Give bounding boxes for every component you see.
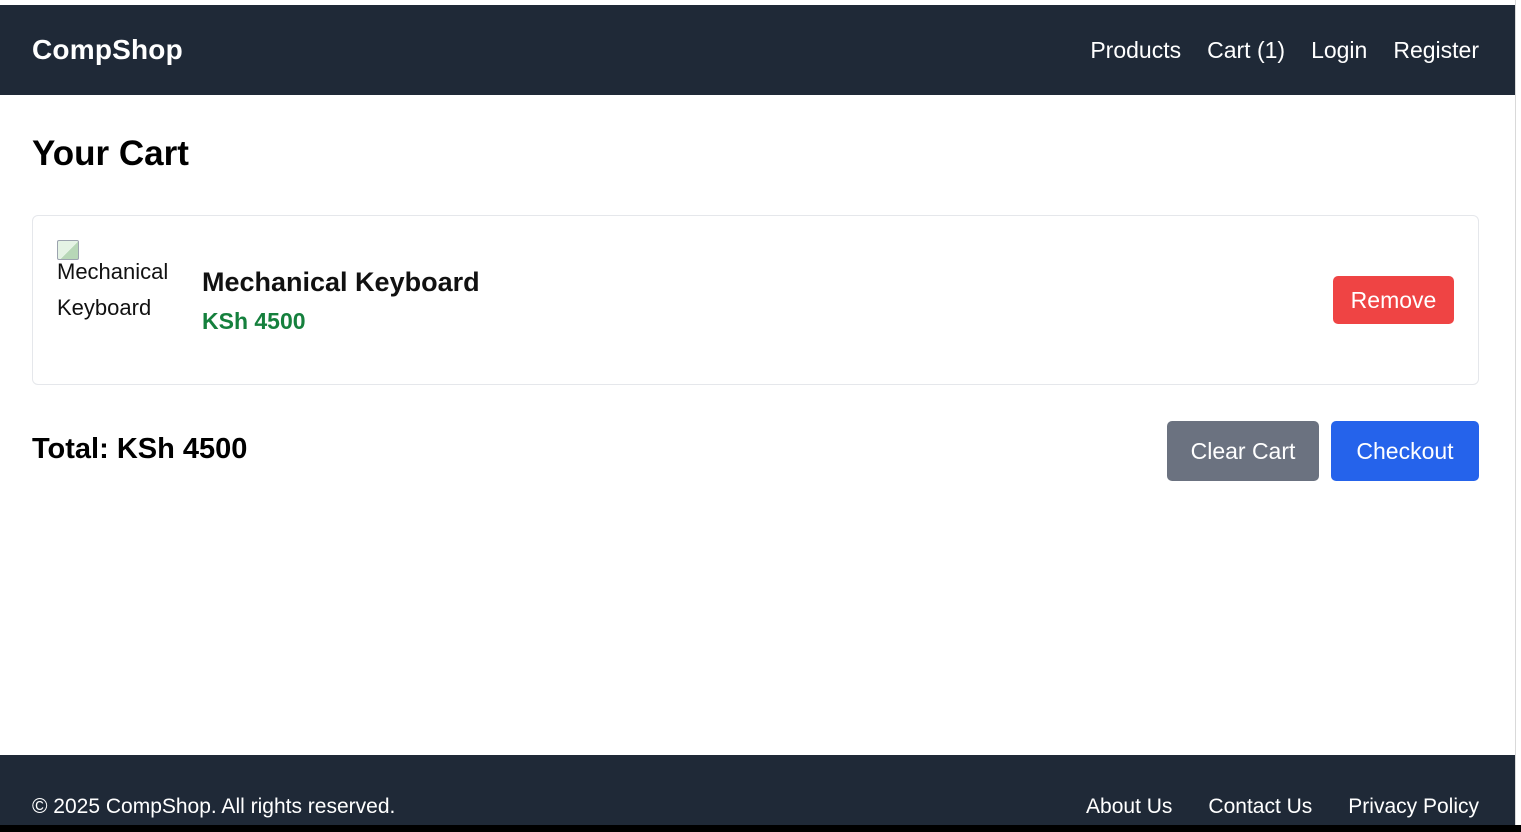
nav-link-register[interactable]: Register: [1393, 37, 1479, 64]
nav-link-login[interactable]: Login: [1311, 37, 1367, 64]
navbar: CompShop Products Cart (1) Login Registe…: [0, 5, 1515, 95]
product-name: Mechanical Keyboard: [202, 267, 480, 297]
footer-link-privacy[interactable]: Privacy Policy: [1348, 795, 1479, 819]
footer-link-about[interactable]: About Us: [1086, 795, 1172, 819]
product-price: KSh 4500: [202, 308, 306, 334]
nav-links: Products Cart (1) Login Register: [1090, 37, 1479, 64]
product-image-alt-text: Mechanical Keyboard: [57, 259, 169, 320]
cart-total: Total: KSh 4500: [32, 433, 248, 465]
broken-image-icon: [57, 240, 79, 260]
nav-link-cart[interactable]: Cart (1): [1207, 37, 1285, 64]
page-title: Your Cart: [32, 134, 189, 173]
window-scrollbar-edge: [1515, 0, 1521, 832]
footer-links: About Us Contact Us Privacy Policy: [1086, 795, 1479, 819]
brand-logo[interactable]: CompShop: [32, 34, 183, 66]
footer: © 2025 CompShop. All rights reserved. Ab…: [0, 755, 1515, 825]
product-image: Mechanical Keyboard: [57, 240, 187, 326]
clear-cart-button[interactable]: Clear Cart: [1167, 421, 1319, 481]
remove-button[interactable]: Remove: [1333, 276, 1454, 324]
editor-status-bar: [0, 825, 1521, 832]
checkout-button[interactable]: Checkout: [1331, 421, 1479, 481]
copyright-text: © 2025 CompShop. All rights reserved.: [32, 795, 396, 818]
footer-link-contact[interactable]: Contact Us: [1208, 795, 1312, 819]
nav-link-products[interactable]: Products: [1090, 37, 1181, 64]
cart-item: Mechanical Keyboard Mechanical Keyboard …: [32, 215, 1479, 385]
